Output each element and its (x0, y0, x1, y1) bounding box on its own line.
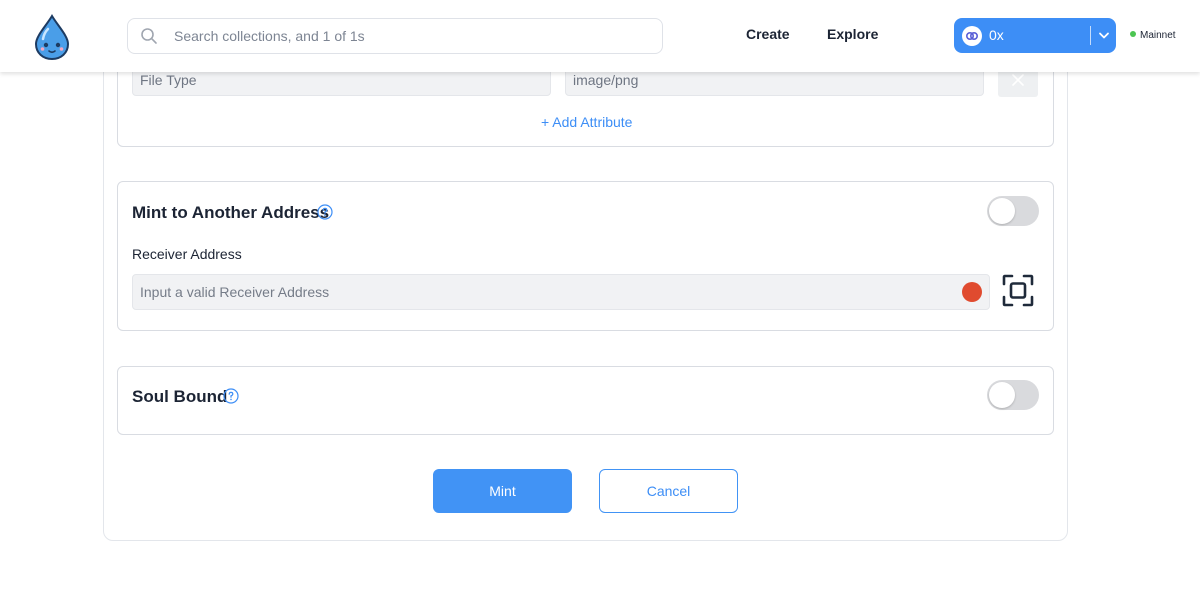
search-bar (127, 18, 663, 54)
mint-to-address-toggle[interactable] (987, 196, 1039, 226)
help-icon[interactable] (317, 204, 333, 220)
soul-bound-title: Soul Bound (132, 387, 228, 406)
mint-to-address-title: Mint to Another Address (132, 203, 330, 222)
add-attribute-link[interactable]: + Add Attribute (541, 114, 632, 130)
water-drop-logo-icon[interactable] (32, 14, 72, 60)
wallet-avatar (962, 26, 982, 46)
search-input[interactable] (174, 19, 654, 53)
wallet-divider (1090, 26, 1091, 45)
chevron-down-icon[interactable] (1093, 24, 1115, 46)
network-label: Mainnet (1140, 30, 1176, 41)
wallet-address: 0x (989, 27, 1004, 43)
toggle-knob (989, 198, 1015, 224)
soul-bound-toggle[interactable] (987, 380, 1039, 410)
soul-bound-section (117, 366, 1054, 435)
mint-button[interactable]: Mint (433, 469, 572, 513)
receiver-address-input-wrapper (132, 274, 990, 310)
wallet-link-icon (966, 32, 979, 41)
search-icon (141, 28, 157, 44)
nav-explore-link[interactable]: Explore (827, 26, 878, 42)
toggle-knob (989, 382, 1015, 408)
network-status: Mainnet (1130, 30, 1176, 41)
cancel-button[interactable]: Cancel (599, 469, 738, 513)
network-status-dot (1130, 31, 1136, 37)
receiver-address-label: Receiver Address (132, 246, 242, 262)
scan-qr-icon[interactable] (1002, 274, 1034, 307)
top-navigation-bar: Create Explore 0x Mainnet (0, 0, 1200, 72)
wallet-button[interactable]: 0x (954, 18, 1116, 53)
address-invalid-indicator (962, 282, 982, 302)
help-icon[interactable] (223, 388, 239, 404)
receiver-address-input[interactable] (140, 275, 950, 309)
nav-create-link[interactable]: Create (746, 26, 790, 42)
